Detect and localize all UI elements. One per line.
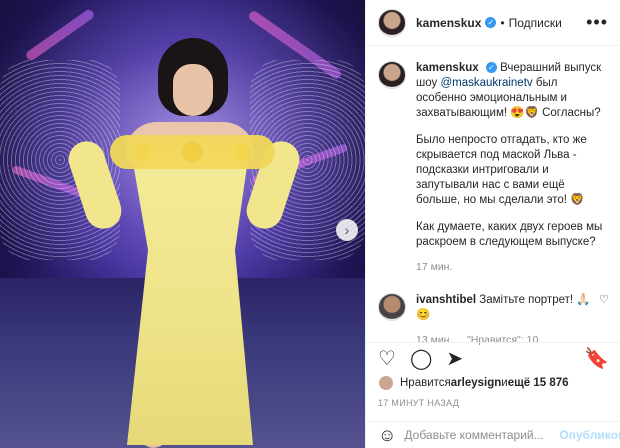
avatar[interactable] bbox=[378, 61, 406, 89]
comment-input[interactable] bbox=[404, 428, 560, 442]
caption: kamenskux ✓ Вчерашний выпуск шоу @maskau… bbox=[378, 61, 609, 275]
share-icon[interactable]: ➤ bbox=[446, 349, 463, 369]
caption-paragraph-3: Как думаете, каких двух героев мы раскро… bbox=[416, 221, 603, 248]
carousel-next-button[interactable]: › bbox=[336, 219, 358, 241]
likes-prefix: Нравится bbox=[400, 377, 451, 389]
caption-paragraph-2: Было непросто отгадать, кто же скрываетс… bbox=[416, 134, 587, 206]
add-comment-bar: ☺ Опубликовать bbox=[366, 421, 620, 448]
feather-trim bbox=[110, 135, 275, 169]
yellow-dress bbox=[127, 145, 253, 445]
bookmark-icon[interactable]: 🔖 bbox=[584, 346, 609, 371]
comment-text: ivanshtibel Замітьте портрет! 🙏🏻😊 13 мин… bbox=[416, 293, 591, 348]
following-button[interactable]: Подписки bbox=[509, 16, 562, 30]
more-options-icon[interactable]: ••• bbox=[586, 12, 608, 33]
avatar[interactable] bbox=[378, 8, 406, 37]
post-photo[interactable]: › bbox=[0, 0, 365, 448]
likes-summary: Нравится arleysign и ещё 15 876 bbox=[378, 375, 569, 391]
publish-button[interactable]: Опубликовать bbox=[559, 428, 620, 442]
likes-count[interactable]: ещё 15 876 bbox=[508, 377, 569, 389]
comment-author[interactable]: ivanshtibel bbox=[416, 294, 476, 306]
heart-icon[interactable]: ♡ bbox=[378, 349, 396, 369]
liker-avatar[interactable] bbox=[378, 375, 394, 391]
caption-author[interactable]: kamenskux bbox=[416, 62, 479, 74]
liker-username[interactable]: arleysign bbox=[451, 377, 502, 389]
woman-in-yellow-dress bbox=[55, 30, 315, 448]
comment-item: ivanshtibel Замітьте портрет! 🙏🏻😊 13 мин… bbox=[378, 293, 609, 348]
post-sidebar: kamenskux ✓ • Подписки ••• kamenskux ✓ В… bbox=[365, 0, 620, 448]
face bbox=[173, 64, 213, 116]
action-bar: ♡ ◯ ➤ 🔖 bbox=[366, 342, 620, 374]
comment-like-heart-icon[interactable]: ♡ bbox=[599, 293, 609, 348]
chevron-right-icon: › bbox=[344, 222, 350, 238]
comments-section: kamenskux ✓ Вчерашний выпуск шоу @maskau… bbox=[366, 47, 620, 346]
avatar[interactable] bbox=[378, 293, 406, 321]
post-timestamp: 17 МИНУТ НАЗАД bbox=[378, 398, 460, 408]
caption-text: kamenskux ✓ Вчерашний выпуск шоу @maskau… bbox=[416, 61, 606, 275]
separator-dot: • bbox=[500, 15, 505, 30]
verified-badge-icon: ✓ bbox=[485, 62, 497, 74]
verified-badge-icon: ✓ bbox=[485, 17, 497, 28]
post-header: kamenskux ✓ • Подписки ••• bbox=[366, 0, 620, 46]
mention-link[interactable]: @maskaukrainetv bbox=[440, 77, 532, 89]
author-username[interactable]: kamenskux bbox=[416, 16, 481, 30]
emoji-icon[interactable]: ☺ bbox=[378, 425, 396, 446]
caption-time: 17 мин. bbox=[416, 261, 453, 273]
comment-icon[interactable]: ◯ bbox=[410, 349, 432, 369]
